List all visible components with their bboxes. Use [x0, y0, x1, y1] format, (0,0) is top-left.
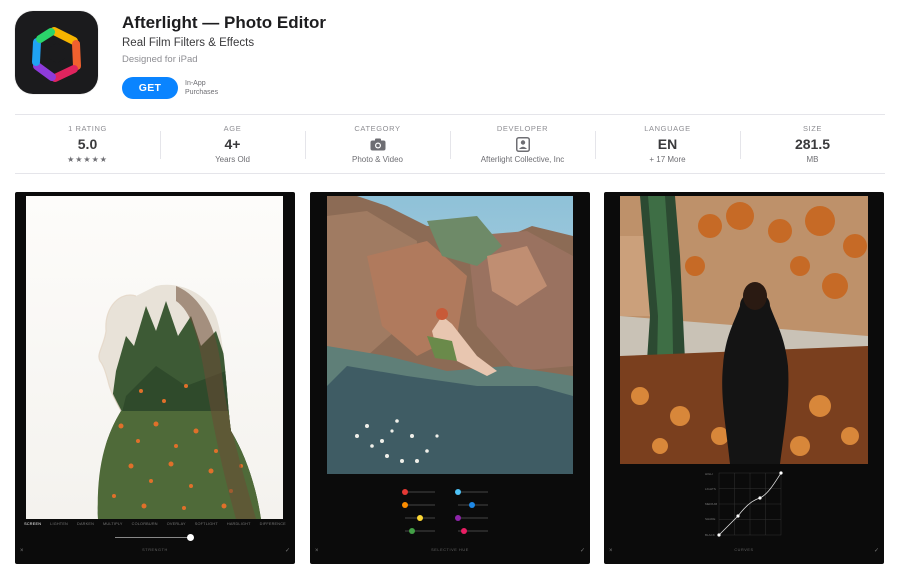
camera-icon — [305, 136, 450, 153]
orange-swatch — [402, 502, 408, 508]
get-button[interactable]: GET — [122, 77, 178, 99]
blend-mode-screen[interactable]: SCREEN — [24, 522, 41, 526]
cyan-swatch — [455, 489, 461, 495]
category-sub: Photo & Video — [351, 155, 403, 164]
rocks-photo — [327, 196, 573, 474]
blend-mode-darken[interactable]: DARKEN — [77, 522, 94, 526]
strength-slider[interactable] — [115, 537, 191, 538]
app-subtitle: Real Film Filters & Effects — [122, 37, 255, 49]
blend-mode-overlay[interactable]: OVERLAY — [167, 522, 186, 526]
age-value: 4+ — [224, 136, 241, 152]
shot3-caption: CURVES — [734, 548, 754, 552]
app-icon — [15, 11, 98, 94]
ratings-cell[interactable]: 1 RATING 5.0 ★★★★★ — [15, 115, 160, 173]
close-icon[interactable]: × — [20, 548, 24, 554]
rating-stars: ★★★★★ — [67, 155, 108, 164]
screenshot-1[interactable]: SCREEN LIGHTEN DARKEN MULTIPLY COLORBURN… — [15, 192, 295, 564]
info-bar: 1 RATING 5.0 ★★★★★ AGE 4+ Years Old CATE… — [15, 114, 885, 174]
blend-mode-softlight[interactable]: SOFTLIGHT — [195, 522, 218, 526]
curve-label-black: BLACK — [705, 533, 715, 537]
shot2-caption: SELECTIVE HUE — [431, 548, 469, 552]
blend-mode-difference[interactable]: DIFFERENCE — [260, 522, 286, 526]
curve-label-high: HIGH — [705, 472, 713, 476]
designed-for-label: Designed for iPad — [122, 54, 198, 65]
curve-label-lights: LIGHTS — [705, 487, 716, 491]
checkmark-icon[interactable]: ✓ — [874, 547, 879, 554]
color-slider-panel[interactable] — [390, 487, 510, 537]
rating-value: 5.0 — [77, 136, 98, 152]
curve-label-medium: MEDIUM — [705, 502, 718, 506]
close-icon[interactable]: × — [609, 548, 613, 554]
close-icon[interactable]: × — [315, 548, 319, 554]
category-label: CATEGORY — [354, 124, 401, 133]
magenta-swatch — [461, 528, 467, 534]
age-cell: AGE 4+ Years Old — [160, 115, 305, 173]
size-value: 281.5 — [794, 136, 831, 152]
category-cell[interactable]: CATEGORY Photo & Video — [305, 115, 450, 173]
size-sub: MB — [806, 155, 819, 164]
person-icon — [450, 136, 595, 153]
language-label: LANGUAGE — [644, 124, 691, 133]
afterlight-logo-icon — [31, 26, 81, 82]
age-label: AGE — [223, 124, 242, 133]
shot1-caption: STRENGTH — [142, 548, 168, 552]
double-exposure-photo — [26, 196, 283, 519]
blend-mode-lighten[interactable]: LIGHTEN — [50, 522, 68, 526]
blend-mode-row: SCREEN LIGHTEN DARKEN MULTIPLY COLORBURN… — [15, 522, 295, 526]
green-swatch — [409, 528, 415, 534]
app-title: Afterlight — Photo Editor — [122, 13, 326, 32]
developer-label: DEVELOPER — [496, 124, 549, 133]
red-swatch — [402, 489, 408, 495]
language-cell[interactable]: LANGUAGE EN + 17 More — [595, 115, 740, 173]
screenshot-2[interactable]: SELECTIVE HUE × ✓ — [310, 192, 590, 564]
curves-graph[interactable]: HIGH LIGHTS MEDIUM SHADE BLACK — [704, 470, 794, 540]
age-sub: Years Old — [215, 155, 250, 164]
blue-swatch — [469, 502, 475, 508]
in-app-purchases-note: In-App Purchases — [185, 80, 219, 96]
size-cell: SIZE 281.5 MB — [740, 115, 885, 173]
developer-sub: Afterlight Collective, Inc — [480, 155, 565, 164]
autumn-forest-photo — [620, 196, 868, 464]
curve-label-shade: SHADE — [705, 517, 715, 521]
language-sub: + 17 More — [649, 155, 686, 164]
checkmark-icon[interactable]: ✓ — [285, 547, 290, 554]
language-value: EN — [657, 136, 678, 152]
blend-mode-multiply[interactable]: MULTIPLY — [103, 522, 123, 526]
blend-mode-colorburn[interactable]: COLORBURN — [132, 522, 158, 526]
size-label: SIZE — [802, 124, 823, 133]
blend-mode-hardlight[interactable]: HARDLIGHT — [227, 522, 251, 526]
developer-cell[interactable]: DEVELOPER Afterlight Collective, Inc — [450, 115, 595, 173]
strength-slider-knob[interactable] — [187, 534, 194, 541]
checkmark-icon[interactable]: ✓ — [580, 547, 585, 554]
yellow-swatch — [417, 515, 423, 521]
ratings-label: 1 RATING — [68, 124, 107, 133]
purple-swatch — [455, 515, 461, 521]
screenshot-3[interactable]: HIGH LIGHTS MEDIUM SHADE BLACK CURVES × … — [604, 192, 884, 564]
